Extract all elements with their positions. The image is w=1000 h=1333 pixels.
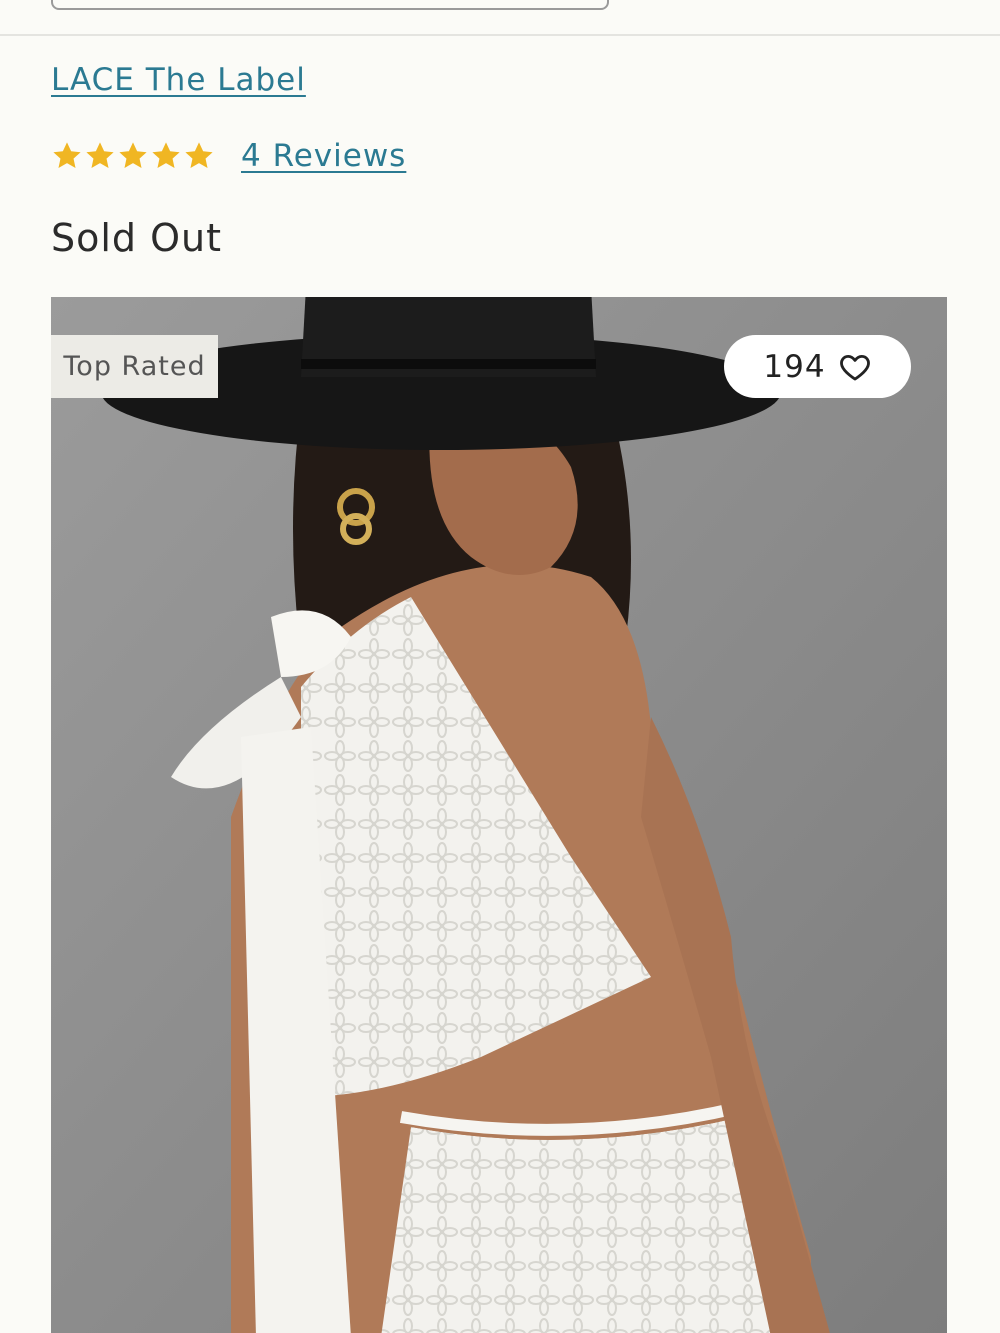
top-rated-badge: Top Rated (51, 335, 218, 398)
star-icon (86, 142, 114, 168)
star-icon (119, 142, 147, 168)
star-icon (152, 142, 180, 168)
favorite-button[interactable]: 194 (724, 335, 911, 398)
favorites-count: 194 (763, 348, 826, 385)
heart-outline-icon (839, 354, 870, 380)
rating-row: 4 Reviews (51, 136, 406, 176)
model-photo (51, 297, 947, 1333)
product-image[interactable] (51, 297, 947, 1333)
search-input[interactable] (51, 0, 609, 10)
product-page: LACE The Label 4 Reviews Sold Out Top Ra… (0, 0, 1000, 1333)
star-rating (51, 140, 215, 172)
star-icon (53, 142, 81, 168)
header-divider (0, 34, 1000, 36)
availability-status: Sold Out (51, 216, 223, 260)
brand-link[interactable]: LACE The Label (51, 62, 306, 98)
reviews-link[interactable]: 4 Reviews (241, 138, 406, 174)
star-icon (185, 142, 213, 168)
